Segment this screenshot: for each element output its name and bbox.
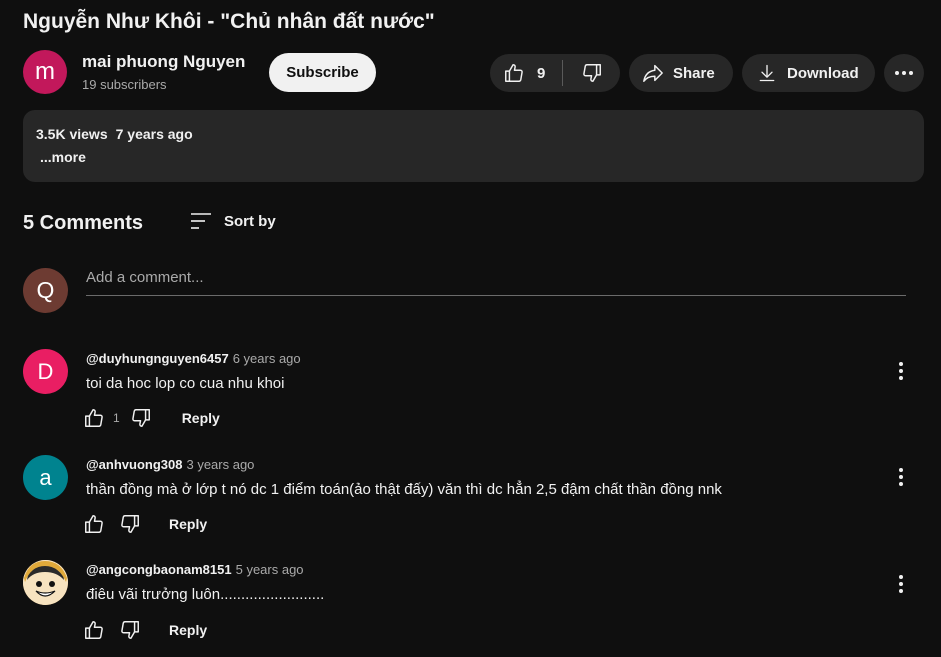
more-vertical-icon (899, 468, 903, 486)
share-label: Share (673, 64, 715, 82)
download-button[interactable]: Download (742, 54, 875, 92)
commenter-avatar[interactable]: a (23, 455, 68, 500)
thumbs-up-icon[interactable] (83, 407, 105, 429)
sort-icon (190, 212, 212, 230)
cartoon-face-avatar-icon (23, 560, 68, 605)
comment-header: @anhvuong308 3 years ago (86, 457, 254, 472)
thumbs-up-icon[interactable] (83, 619, 105, 641)
video-title: Nguyễn Như Khôi - "Chủ nhân đất nước" (23, 10, 435, 33)
channel-name[interactable]: mai phuong Nguyen (82, 52, 245, 72)
thumbs-up-icon (503, 62, 525, 84)
comment-author[interactable]: @angcongbaonam8151 (86, 562, 232, 577)
share-button[interactable]: Share (629, 54, 733, 92)
comment-time[interactable]: 5 years ago (236, 562, 304, 577)
more-vertical-icon (899, 575, 903, 593)
thumbs-up-icon[interactable] (83, 513, 105, 535)
download-icon (757, 63, 777, 83)
download-label: Download (787, 64, 859, 82)
add-comment-input[interactable] (86, 268, 906, 296)
comment-menu-button[interactable] (889, 572, 913, 596)
comment-header: @duyhungnguyen6457 6 years ago (86, 351, 301, 366)
thumbs-down-icon[interactable] (130, 407, 152, 429)
comment-text: toi da hoc lop co cua nhu khoi (86, 375, 285, 392)
description-box[interactable]: 3.5K views 7 years ago ...more (23, 110, 924, 182)
comment-time[interactable]: 6 years ago (233, 351, 301, 366)
like-button[interactable]: 9 (490, 54, 562, 92)
commenter-avatar[interactable]: D (23, 349, 68, 394)
comment-actions: Reply (83, 511, 207, 537)
share-icon (641, 62, 665, 84)
thumbs-down-icon (581, 62, 603, 84)
more-vertical-icon (899, 362, 903, 380)
comment-menu-button[interactable] (889, 359, 913, 383)
comment-like-count: 1 (113, 411, 120, 425)
view-count: 3.5K views (36, 126, 108, 142)
like-count: 9 (537, 64, 546, 82)
comment-item: @angcongbaonam8151 5 years ago điêu vãi t… (23, 560, 923, 650)
commenter-avatar[interactable] (23, 560, 68, 605)
subscribe-button[interactable]: Subscribe (269, 53, 376, 92)
thumbs-down-icon[interactable] (119, 619, 141, 641)
more-horizontal-icon (894, 70, 914, 76)
thumbs-down-icon[interactable] (119, 513, 141, 535)
comment-text: điêu vãi trưởng luôn....................… (86, 586, 325, 603)
comment-menu-button[interactable] (889, 465, 913, 489)
channel-avatar[interactable]: m (23, 50, 67, 94)
subscriber-count: 19 subscribers (82, 77, 167, 92)
sort-label: Sort by (224, 212, 276, 230)
reply-button[interactable]: Reply (169, 622, 207, 638)
reply-button[interactable]: Reply (182, 410, 220, 426)
comment-time[interactable]: 3 years ago (186, 457, 254, 472)
comment-actions: Reply (83, 617, 207, 643)
user-avatar: Q (23, 268, 68, 313)
reply-button[interactable]: Reply (169, 516, 207, 532)
comment-actions: 1 Reply (83, 405, 220, 431)
description-meta: 3.5K views 7 years ago (36, 126, 193, 142)
like-dislike-group: 9 (490, 54, 620, 92)
dislike-button[interactable] (563, 54, 620, 92)
comment-text: thần đồng mà ở lớp t nó dc 1 điểm toán(ả… (86, 481, 722, 498)
upload-age: 7 years ago (115, 126, 193, 142)
comment-author[interactable]: @duyhungnguyen6457 (86, 351, 229, 366)
comments-count: 5 Comments (23, 212, 144, 234)
comment-author[interactable]: @anhvuong308 (86, 457, 182, 472)
comment-item: a @anhvuong308 3 years ago thần đồng mà ở… (23, 455, 923, 545)
comment-header: @angcongbaonam8151 5 years ago (86, 562, 304, 577)
more-actions-button[interactable] (884, 54, 924, 92)
description-more-link[interactable]: ...more (40, 149, 86, 165)
comment-item: D @duyhungnguyen6457 6 years ago toi da h… (23, 349, 923, 439)
sort-by-button[interactable]: Sort by (190, 212, 276, 230)
